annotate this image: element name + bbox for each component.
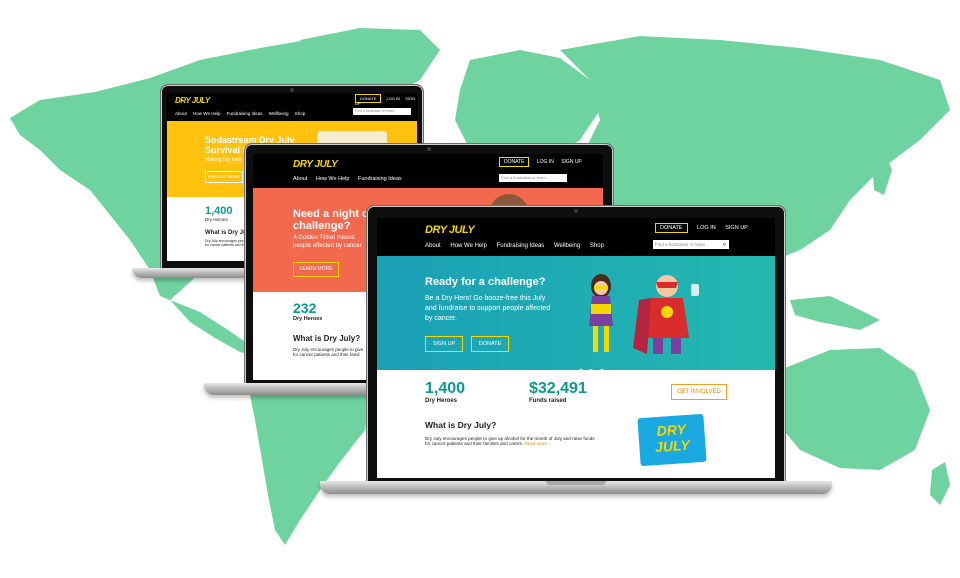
nav-shop[interactable]: Shop: [590, 243, 604, 249]
search-input[interactable]: Find a fundraiser or team: [499, 174, 567, 182]
dry-heroes-illustration: [589, 274, 699, 354]
top-links: DONATE LOG IN SIGN UP: [499, 157, 582, 167]
camera-icon: [290, 88, 294, 92]
login-link[interactable]: LOG IN: [697, 225, 716, 231]
carousel-dot-2[interactable]: [589, 369, 594, 373]
heroes-count: 1,400: [425, 380, 466, 397]
site-header: DRY JULY DONATE LOG IN SIGN UP About How…: [377, 218, 775, 256]
stats-funds: $32,491 Funds raised: [529, 380, 587, 404]
nav-wellbeing[interactable]: Wellbeing: [554, 243, 580, 249]
main-nav: About How We Help Fundraising Ideas Well…: [425, 243, 614, 249]
laptop-front-bezel: DRY JULY DONATE LOG IN SIGN UP About How…: [366, 205, 786, 483]
camera-icon: [574, 209, 578, 213]
dry-july-logo[interactable]: DRY JULY: [425, 224, 475, 236]
nav-fundraising-ideas[interactable]: Fundraising Ideas: [358, 176, 402, 182]
nav-wellbeing[interactable]: Wellbeing: [269, 111, 289, 116]
heroine-character: [589, 274, 613, 352]
dry-july-logo[interactable]: DRY JULY: [293, 159, 338, 170]
laptop-front: DRY JULY DONATE LOG IN SIGN UP About How…: [320, 205, 832, 495]
search-icon: ⚲: [722, 242, 726, 247]
funds-raised-amount: $32,491: [529, 380, 587, 397]
what-title: What is Dry July?: [425, 420, 497, 430]
dry-july-logo[interactable]: DRY JULY: [175, 96, 210, 105]
nav-fundraising-ideas[interactable]: Fundraising Ideas: [227, 111, 263, 116]
donate-button[interactable]: DONATE: [655, 223, 688, 233]
read-more-link[interactable]: Read more...: [524, 441, 551, 446]
camera-icon: [427, 147, 431, 151]
top-links: DONATE LOG IN SIGN UP: [355, 94, 417, 106]
nav-fundraising-ideas[interactable]: Fundraising Ideas: [497, 243, 545, 249]
hero-text: Be a Dry Hero! Go booze-free this July a…: [425, 294, 550, 324]
donate-hero-button[interactable]: DONATE: [471, 336, 509, 352]
search-input[interactable]: Find a fundraiser or team: [353, 108, 411, 115]
nav-about[interactable]: About: [175, 111, 187, 116]
nav-about[interactable]: About: [425, 243, 441, 249]
laptop-front-base: [320, 481, 832, 494]
funds-raised-label: Funds raised: [529, 398, 567, 404]
stats-heroes: 1,400 Dry Heroes: [425, 380, 465, 404]
sign-up-button[interactable]: SIGN UP: [425, 336, 463, 352]
login-link[interactable]: LOG IN: [537, 159, 554, 165]
site-header: DRY JULY DONATE LOG IN SIGN UP About How…: [253, 154, 603, 188]
laptop-notch: [546, 481, 606, 485]
signup-link[interactable]: SIGN UP: [725, 225, 748, 231]
carousel-dot-3[interactable]: [599, 369, 604, 373]
donate-button[interactable]: DONATE: [499, 157, 530, 167]
nav-how-we-help[interactable]: How We Help: [450, 243, 487, 249]
hero-title: Ready for a challenge?: [425, 276, 546, 288]
nav-about[interactable]: About: [293, 176, 307, 182]
what-text-2-wrap: for cancer patients and their families a…: [425, 441, 641, 446]
search-input[interactable]: Find a fundraiser or team ⚲: [653, 240, 729, 249]
hero-text-line-1: Be a Dry Hero! Go booze-free this July: [425, 295, 546, 302]
heroes-label: Dry Heroes: [425, 398, 458, 404]
get-involved-button[interactable]: GET INVOLVED: [671, 384, 727, 400]
main-nav: About How We Help Fundraising Ideas: [293, 176, 412, 182]
login-link[interactable]: LOG IN: [387, 96, 401, 101]
nav-how-we-help[interactable]: How We Help: [316, 176, 350, 182]
what-is-section: What is Dry July? Dry July encourages pe…: [425, 420, 641, 446]
nav-shop[interactable]: Shop: [295, 111, 306, 116]
carousel-dots: [579, 360, 604, 378]
signup-link[interactable]: SIGN UP: [561, 159, 582, 165]
hero-text-line-2: and fundraise to support people affected: [425, 305, 551, 312]
site-header: DRY JULY DONATE LOG IN SIGN UP About How…: [167, 93, 417, 121]
dry-july-badge: DRY JULY: [637, 413, 707, 467]
laptop-front-screen: DRY JULY DONATE LOG IN SIGN UP About How…: [377, 218, 775, 478]
new-zealand-shape: [930, 462, 950, 505]
badge-line-2: JULY: [654, 436, 691, 456]
what-text-2: for cancer patients and their families a…: [425, 441, 524, 446]
main-nav: About How We Help Fundraising Ideas Well…: [175, 111, 315, 116]
hero-text-line-3: by cancer.: [425, 315, 457, 322]
hero-banner: Ready for a challenge? Be a Dry Hero! Go…: [377, 256, 775, 373]
hero-character: [633, 275, 699, 354]
carousel-dot-1[interactable]: [579, 369, 583, 373]
top-links: DONATE LOG IN SIGN UP: [655, 223, 748, 233]
search-placeholder: Find a fundraiser or team: [655, 242, 706, 247]
nav-how-we-help[interactable]: How We Help: [193, 111, 220, 116]
